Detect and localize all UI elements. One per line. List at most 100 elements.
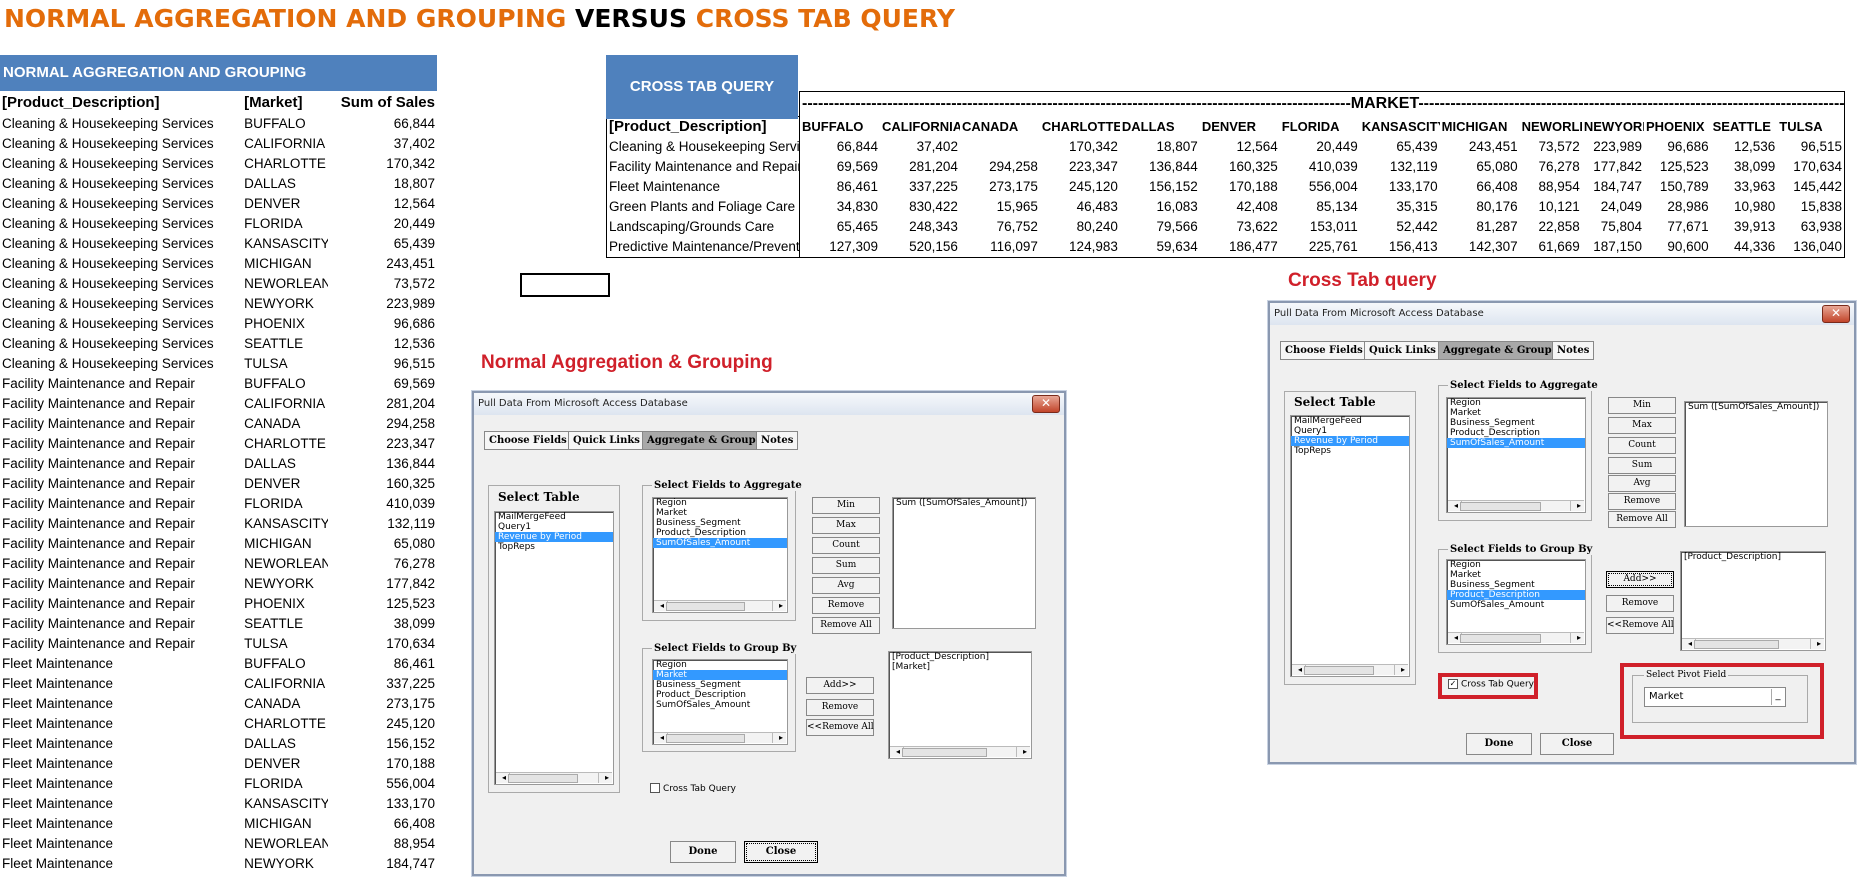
close-button[interactable]: Close (744, 841, 818, 863)
horizontal-scrollbar[interactable]: ◂ ▸ (1448, 632, 1584, 643)
group-result-listbox[interactable]: [Product_Description] ◂ ▸ (1680, 551, 1826, 651)
list-item[interactable]: Region (1447, 398, 1585, 408)
group-button-1[interactable]: Remove (806, 699, 874, 716)
scroll-thumb[interactable] (666, 602, 745, 611)
list-item[interactable]: Business_Segment (653, 518, 787, 528)
agg-button-sum[interactable]: Sum (812, 557, 880, 574)
scroll-right-icon[interactable]: ▸ (1570, 501, 1584, 511)
agg-button-sum[interactable]: Sum (1608, 457, 1676, 474)
agg-button-avg[interactable]: Avg (812, 577, 880, 594)
checkbox-box[interactable]: ✓ (1448, 679, 1458, 689)
group-button-1[interactable]: Remove (1606, 595, 1674, 612)
agg-button-remove-all[interactable]: Remove All (1608, 511, 1676, 528)
list-item[interactable]: MailMergeFeed (495, 512, 613, 522)
list-item[interactable]: Product_Description (1447, 590, 1585, 600)
scroll-thumb[interactable] (508, 774, 578, 783)
horizontal-scrollbar[interactable]: ◂ ▸ (654, 732, 786, 743)
list-item[interactable]: Query1 (1291, 426, 1409, 436)
agg-button-max[interactable]: Max (812, 517, 880, 534)
list-item[interactable]: Revenue by Period (1291, 436, 1409, 446)
close-button[interactable]: Close (1540, 733, 1614, 755)
agg-button-count[interactable]: Count (812, 537, 880, 554)
aggregate-result-listbox[interactable]: Sum ([SumOfSales_Amount]) (892, 497, 1036, 629)
tab-choose-fields[interactable]: Choose Fields (1280, 341, 1368, 360)
done-button[interactable]: Done (670, 841, 736, 863)
list-item[interactable]: Region (653, 660, 787, 670)
crosstab-checkbox[interactable]: ✓ Cross Tab Query (1448, 679, 1534, 690)
scroll-thumb[interactable] (1460, 634, 1541, 643)
list-item[interactable]: Region (1447, 560, 1585, 570)
list-item[interactable]: Product_Description (653, 690, 787, 700)
tab-notes[interactable]: Notes (756, 431, 799, 450)
table-listbox[interactable]: MailMergeFeed Query1 Revenue by Period TopR… (494, 511, 614, 785)
horizontal-scrollbar[interactable]: ◂ ▸ (1682, 638, 1824, 649)
tab-choose-fields[interactable]: Choose Fields (484, 431, 572, 450)
close-icon[interactable]: ✕ (1822, 305, 1850, 323)
agg-button-remove[interactable]: Remove (1608, 493, 1676, 510)
tab-notes[interactable]: Notes (1552, 341, 1595, 360)
scroll-right-icon[interactable]: ▸ (598, 773, 612, 783)
horizontal-scrollbar[interactable]: ◂ ▸ (1292, 664, 1408, 675)
scroll-right-icon[interactable]: ▸ (1016, 747, 1030, 757)
list-item[interactable]: Market (653, 670, 787, 680)
group-by-listbox[interactable]: Region Market Business_Segment Product_Desc… (1446, 559, 1586, 645)
horizontal-scrollbar[interactable]: ◂ ▸ (890, 746, 1030, 757)
list-item[interactable]: Product_Description (653, 528, 787, 538)
list-item[interactable]: Revenue by Period (495, 532, 613, 542)
scroll-thumb[interactable] (666, 734, 745, 743)
group-by-listbox[interactable]: Region Market Business_Segment Product_Desc… (652, 659, 788, 745)
tab-quick-links[interactable]: Quick Links (1364, 341, 1441, 360)
list-item[interactable]: SumOfSales_Amount (653, 538, 787, 548)
tab-aggregate-group[interactable]: Aggregate & Group (1438, 341, 1557, 360)
list-item[interactable]: Business_Segment (1447, 418, 1585, 428)
list-item[interactable]: Query1 (495, 522, 613, 532)
agg-button-min[interactable]: Min (1608, 397, 1676, 414)
agg-button-remove-all[interactable]: Remove All (812, 617, 880, 634)
agg-button-avg[interactable]: Avg (1608, 475, 1676, 492)
scroll-right-icon[interactable]: ▸ (772, 733, 786, 743)
aggregate-result-listbox[interactable]: Sum ([SumOfSales_Amount]) (1684, 401, 1828, 527)
horizontal-scrollbar[interactable]: ◂ ▸ (654, 600, 786, 611)
list-item[interactable]: TopReps (495, 542, 613, 552)
aggregate-fields-listbox[interactable]: Region Market Business_Segment Product_Desc… (652, 497, 788, 613)
active-cell-selector[interactable] (520, 273, 610, 297)
horizontal-scrollbar[interactable]: ◂ ▸ (496, 772, 612, 783)
scroll-thumb[interactable] (1304, 666, 1374, 675)
pivot-field-combobox[interactable]: Market _ (1644, 687, 1786, 707)
list-item[interactable]: Market (1447, 570, 1585, 580)
list-item[interactable]: Product_Description (1447, 428, 1585, 438)
scroll-thumb[interactable] (902, 748, 987, 757)
list-item[interactable]: Market (653, 508, 787, 518)
scroll-thumb[interactable] (1460, 502, 1541, 511)
tab-quick-links[interactable]: Quick Links (568, 431, 645, 450)
scroll-right-icon[interactable]: ▸ (1394, 665, 1408, 675)
done-button[interactable]: Done (1466, 733, 1532, 755)
group-button-2[interactable]: <<Remove All (1606, 617, 1674, 634)
list-item[interactable]: Region (653, 498, 787, 508)
group-button-0[interactable]: Add>> (1606, 571, 1674, 588)
checkbox-box[interactable] (650, 783, 660, 793)
agg-button-remove[interactable]: Remove (812, 597, 880, 614)
crosstab-checkbox[interactable]: Cross Tab Query (650, 783, 736, 794)
scroll-right-icon[interactable]: ▸ (772, 601, 786, 611)
table-listbox[interactable]: MailMergeFeed Query1 Revenue by Period TopR… (1290, 415, 1410, 677)
list-item[interactable]: SumOfSales_Amount (653, 700, 787, 710)
close-icon[interactable]: ✕ (1032, 395, 1060, 413)
scroll-right-icon[interactable]: ▸ (1810, 639, 1824, 649)
dropdown-arrow-icon[interactable]: _ (1771, 689, 1784, 705)
agg-button-max[interactable]: Max (1608, 417, 1676, 434)
list-item[interactable]: Business_Segment (1447, 580, 1585, 590)
group-button-0[interactable]: Add>> (806, 677, 874, 694)
list-item[interactable]: MailMergeFeed (1291, 416, 1409, 426)
list-item[interactable]: TopReps (1291, 446, 1409, 456)
agg-button-min[interactable]: Min (812, 497, 880, 514)
tab-aggregate-group[interactable]: Aggregate & Group (642, 431, 761, 450)
horizontal-scrollbar[interactable]: ◂ ▸ (1448, 500, 1584, 511)
scroll-thumb[interactable] (1694, 640, 1779, 649)
list-item[interactable]: SumOfSales_Amount (1447, 438, 1585, 448)
list-item[interactable]: SumOfSales_Amount (1447, 600, 1585, 610)
scroll-right-icon[interactable]: ▸ (1570, 633, 1584, 643)
group-result-listbox[interactable]: [Product_Description] [Market] ◂ ▸ (888, 651, 1032, 759)
agg-button-count[interactable]: Count (1608, 437, 1676, 454)
group-button-2[interactable]: <<Remove All (806, 719, 874, 736)
